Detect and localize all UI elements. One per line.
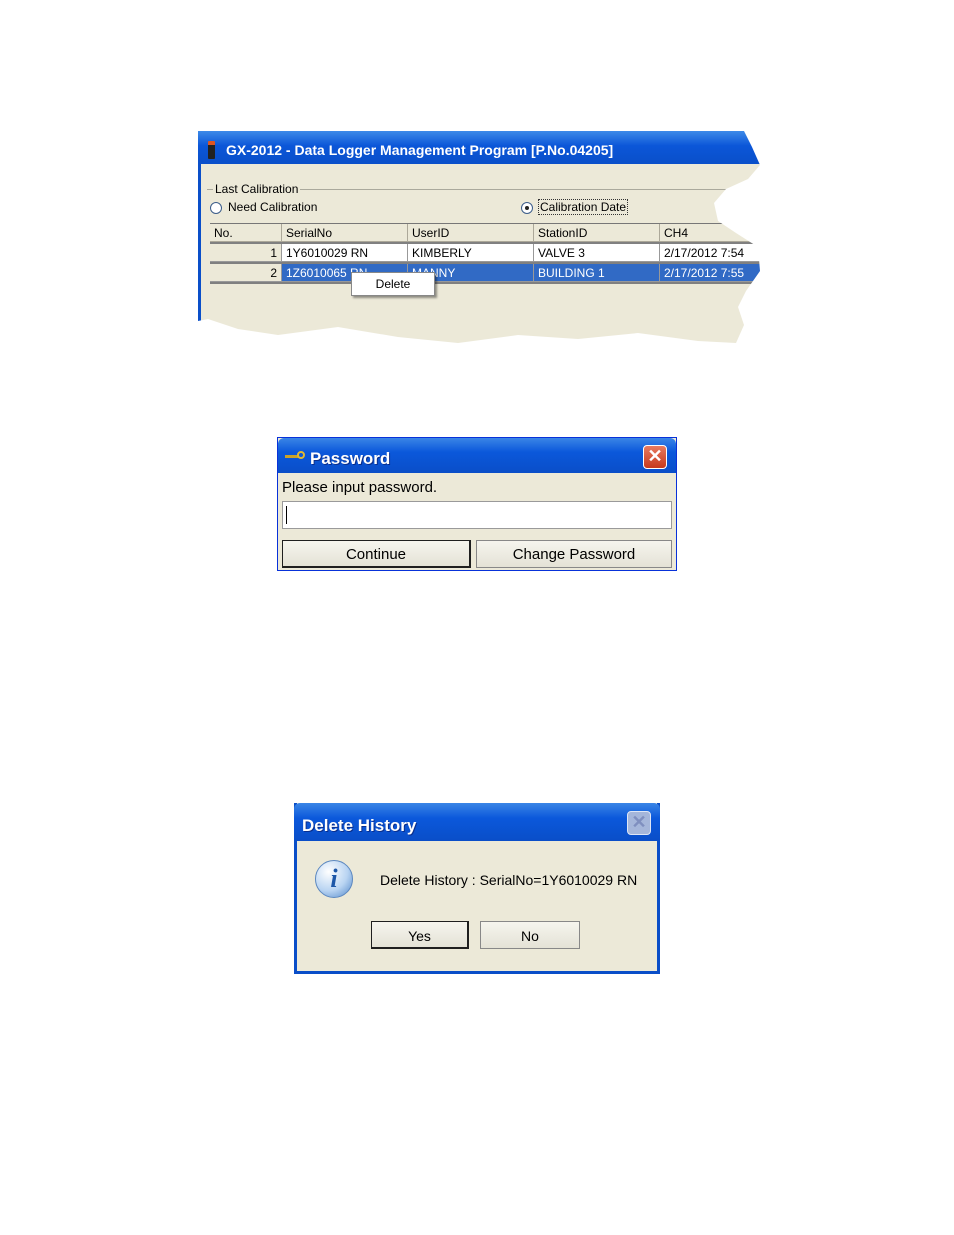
column-header-ch4[interactable]: CH4 — [660, 224, 760, 242]
delete-history-dialog: Delete History ✕ i Delete History : Seri… — [294, 803, 660, 974]
user-cell[interactable]: KIMBERLY — [408, 244, 534, 262]
password-titlebar[interactable]: Password — [278, 438, 676, 473]
no-button[interactable]: No — [480, 921, 580, 949]
ch4-cell[interactable]: 2/17/2012 7:55 — [660, 264, 760, 282]
table-row[interactable]: 1 1Y6010029 RN KIMBERLY VALVE 3 2/17/201… — [210, 244, 760, 263]
station-cell[interactable]: BUILDING 1 — [534, 264, 660, 282]
close-icon: ✕ — [627, 811, 651, 835]
main-window-title: GX-2012 - Data Logger Management Program… — [226, 142, 614, 158]
password-dialog: Password ✕ Please input password. Contin… — [277, 437, 677, 571]
row-number: 1 — [210, 244, 282, 262]
password-title: Password — [310, 449, 391, 468]
serial-cell[interactable]: 1Y6010029 RN — [282, 244, 408, 262]
need-calibration-radio[interactable] — [210, 202, 222, 214]
delete-history-title: Delete History — [302, 816, 417, 835]
info-icon: i — [315, 860, 353, 898]
change-password-button[interactable]: Change Password — [476, 540, 672, 568]
table-row-selected[interactable]: 2 1Z6010065 RN MANNY BUILDING 1 2/17/201… — [210, 264, 760, 283]
ch4-cell[interactable]: 2/17/2012 7:54 — [660, 244, 760, 262]
history-grid: No. SerialNo UserID StationID CH4 1 1Y60… — [210, 223, 760, 284]
need-calibration-label[interactable]: Need Calibration — [228, 200, 317, 214]
context-menu-delete[interactable]: Delete — [351, 272, 435, 296]
text-caret — [286, 506, 287, 524]
close-icon[interactable]: ✕ — [643, 445, 667, 469]
main-window-body: Last Calibration Need Calibration Calibr… — [198, 164, 760, 343]
main-window: GX-2012 - Data Logger Management Program… — [198, 131, 760, 343]
calibration-date-radio[interactable] — [521, 202, 533, 214]
column-header-userid[interactable]: UserID — [408, 224, 534, 242]
station-cell[interactable]: VALVE 3 — [534, 244, 660, 262]
continue-button[interactable]: Continue — [282, 540, 471, 568]
yes-button[interactable]: Yes — [371, 921, 469, 949]
column-header-no[interactable]: No. — [210, 224, 282, 242]
column-header-serialno[interactable]: SerialNo — [282, 224, 408, 242]
password-prompt: Please input password. — [282, 479, 438, 496]
calibration-date-label[interactable]: Calibration Date — [537, 199, 629, 215]
key-icon — [285, 451, 307, 460]
delete-history-message: Delete History : SerialNo=1Y6010029 RN — [380, 872, 638, 888]
delete-history-titlebar[interactable]: Delete History — [294, 803, 660, 841]
column-header-stationid[interactable]: StationID — [534, 224, 660, 242]
row-number: 2 — [210, 264, 282, 282]
last-calibration-group-label: Last Calibration — [213, 182, 301, 196]
password-input[interactable] — [282, 501, 672, 529]
gas-detector-icon — [208, 141, 215, 159]
grid-header-row: No. SerialNo UserID StationID CH4 — [210, 224, 760, 243]
main-window-titlebar[interactable]: GX-2012 - Data Logger Management Program… — [198, 131, 760, 164]
